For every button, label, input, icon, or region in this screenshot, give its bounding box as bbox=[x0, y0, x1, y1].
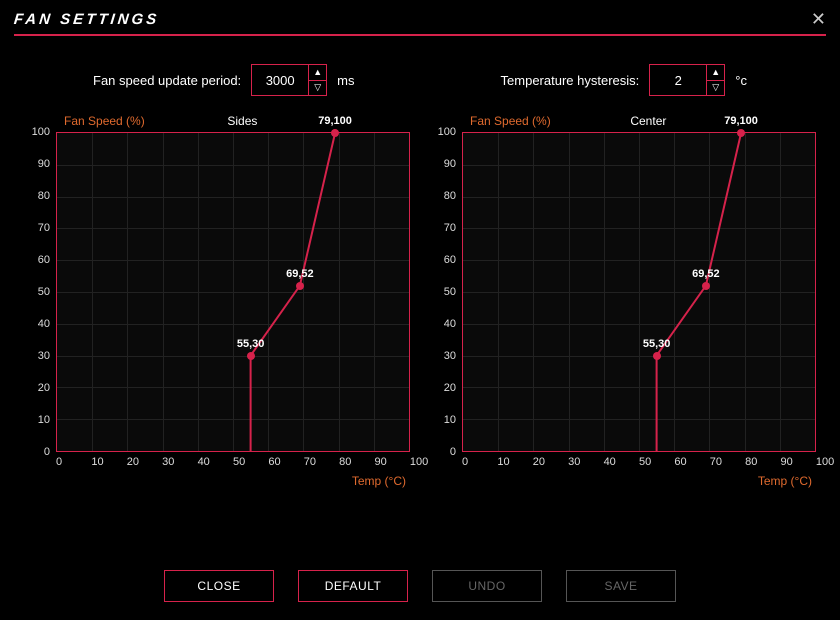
hysteresis-unit: °c bbox=[735, 73, 747, 88]
update-period-group: Fan speed update period: ▲ ▽ ms bbox=[93, 64, 355, 96]
curve-point-label: 79,100 bbox=[724, 115, 758, 127]
curve-point-label: 55,30 bbox=[643, 338, 671, 350]
hysteresis-input[interactable] bbox=[650, 65, 706, 95]
chart-title: Sides bbox=[145, 114, 340, 128]
chart-title: Center bbox=[551, 114, 746, 128]
update-period-down-icon[interactable]: ▽ bbox=[309, 81, 326, 96]
y-axis-ticks: 1009080706050403020100 bbox=[430, 132, 462, 452]
curve-point[interactable] bbox=[295, 281, 305, 291]
close-button[interactable]: CLOSE bbox=[164, 570, 274, 602]
x-axis-label: Temp (°C) bbox=[24, 474, 410, 488]
update-period-input[interactable] bbox=[252, 65, 308, 95]
update-period-unit: ms bbox=[337, 73, 354, 88]
fan-curve-chart: Fan Speed (%)Center 100908070605040302010… bbox=[430, 114, 816, 488]
y-axis-label: Fan Speed (%) bbox=[64, 114, 145, 128]
curve-point[interactable] bbox=[701, 281, 711, 291]
save-button: SAVE bbox=[566, 570, 676, 602]
close-icon[interactable]: ✕ bbox=[811, 10, 826, 28]
hysteresis-up-icon[interactable]: ▲ bbox=[707, 65, 724, 81]
curve-point-label: 55,30 bbox=[237, 338, 265, 350]
x-axis-ticks: 0102030405060708090100 bbox=[56, 452, 410, 468]
curve-point-label: 79,100 bbox=[318, 115, 352, 127]
update-period-label: Fan speed update period: bbox=[93, 73, 241, 88]
curve-point-label: 69,52 bbox=[286, 268, 314, 280]
hysteresis-label: Temperature hysteresis: bbox=[501, 73, 640, 88]
curve-point[interactable] bbox=[736, 128, 746, 138]
dialog-title: FAN SETTINGS bbox=[13, 11, 160, 28]
curve-point-label: 69,52 bbox=[692, 268, 720, 280]
y-axis-ticks: 1009080706050403020100 bbox=[24, 132, 56, 452]
hysteresis-down-icon[interactable]: ▽ bbox=[707, 81, 724, 96]
fan-curve-plot[interactable]: 55,3069,5279,100 bbox=[462, 132, 816, 452]
fan-curve-plot[interactable]: 55,3069,5279,100 bbox=[56, 132, 410, 452]
curve-point[interactable] bbox=[330, 128, 340, 138]
x-axis-label: Temp (°C) bbox=[430, 474, 816, 488]
curve-point[interactable] bbox=[246, 351, 256, 361]
undo-button: UNDO bbox=[432, 570, 542, 602]
fan-curve-chart: Fan Speed (%)Sides 1009080706050403020100… bbox=[24, 114, 410, 488]
x-axis-ticks: 0102030405060708090100 bbox=[462, 452, 816, 468]
default-button[interactable]: DEFAULT bbox=[298, 570, 408, 602]
update-period-stepper[interactable]: ▲ ▽ bbox=[251, 64, 327, 96]
y-axis-label: Fan Speed (%) bbox=[470, 114, 551, 128]
hysteresis-group: Temperature hysteresis: ▲ ▽ °c bbox=[501, 64, 747, 96]
hysteresis-stepper[interactable]: ▲ ▽ bbox=[649, 64, 725, 96]
update-period-up-icon[interactable]: ▲ bbox=[309, 65, 326, 81]
curve-point[interactable] bbox=[652, 351, 662, 361]
